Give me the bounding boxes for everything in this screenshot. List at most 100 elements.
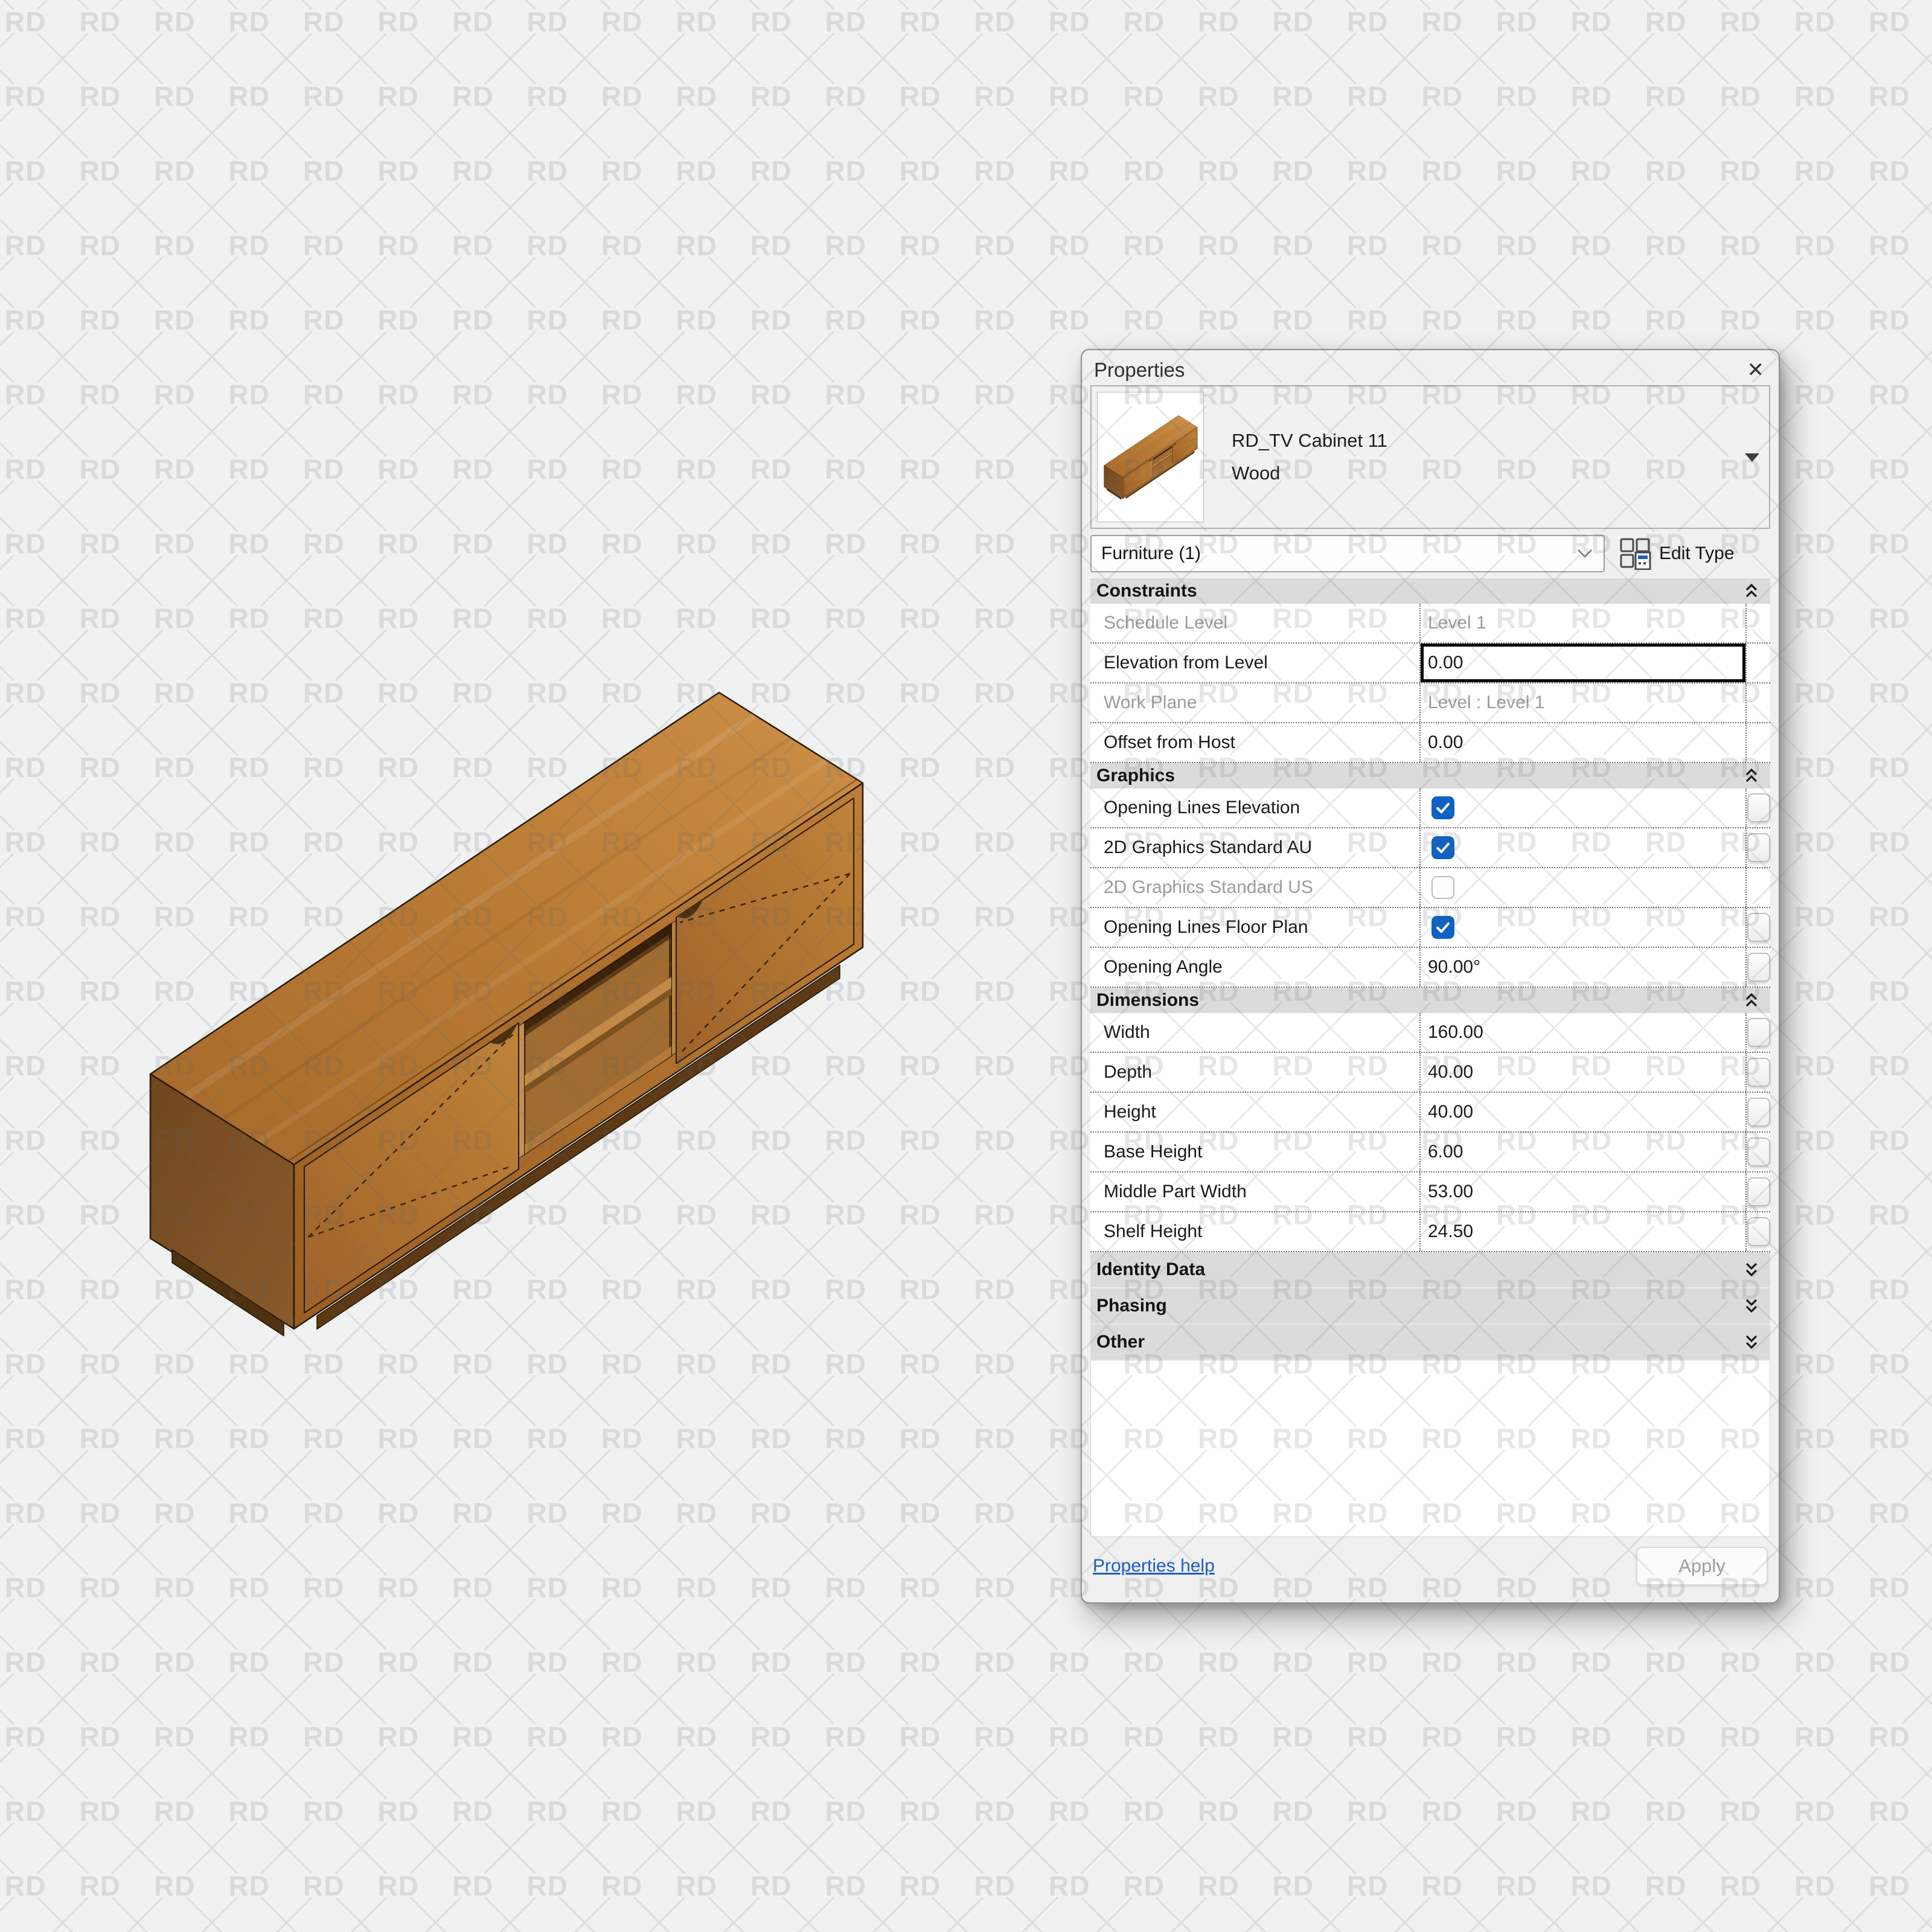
checkbox-2d-graphics-standard-au-checked[interactable] — [1431, 836, 1454, 859]
associate-parameter-button[interactable] — [1747, 1217, 1770, 1246]
section-header-graphics[interactable]: Graphics — [1090, 763, 1770, 788]
section-title: Phasing — [1096, 1296, 1167, 1316]
assoc-cell — [1745, 604, 1770, 642]
property-row-2d-graphics-standard-au: 2D Graphics Standard AU — [1090, 828, 1770, 868]
value-input-elevation-from-level[interactable]: 0.00 — [1428, 653, 1463, 673]
expand-chevron-icon[interactable] — [1742, 1332, 1761, 1352]
assoc-cell — [1745, 683, 1770, 722]
row-value-cell[interactable] — [1419, 908, 1745, 947]
assoc-cell — [1745, 1053, 1770, 1092]
row-value-cell[interactable]: 160.00 — [1419, 1013, 1745, 1052]
collapse-chevron-icon[interactable] — [1742, 766, 1761, 785]
row-value-cell[interactable]: 40.00 — [1419, 1093, 1745, 1131]
value-text-width[interactable]: 160.00 — [1428, 1022, 1483, 1043]
type-name-block: RD_TV Cabinet 11 Wood — [1232, 392, 1387, 522]
associate-parameter-button[interactable] — [1747, 1058, 1770, 1087]
row-value-cell[interactable]: 0.00 — [1419, 723, 1745, 762]
type-selector[interactable]: RD_TV Cabinet 11 Wood — [1090, 385, 1770, 529]
property-row-middle-part-width: Middle Part Width 53.00 — [1090, 1172, 1770, 1212]
checkbox-opening-lines-floor-plan-checked[interactable] — [1431, 916, 1454, 939]
value-text-base-height[interactable]: 6.00 — [1428, 1142, 1463, 1162]
row-label: 2D Graphics Standard AU — [1090, 828, 1419, 867]
row-label: Width — [1090, 1013, 1419, 1052]
row-label: 2D Graphics Standard US — [1090, 868, 1419, 907]
value-text-schedule-level: Level 1 — [1428, 613, 1486, 633]
row-value-cell[interactable] — [1419, 788, 1745, 827]
property-row-shelf-height: Shelf Height 24.50 — [1090, 1212, 1770, 1252]
associate-parameter-button[interactable] — [1747, 793, 1770, 822]
assoc-cell — [1745, 1093, 1770, 1131]
section-header-other[interactable]: Other — [1090, 1325, 1770, 1361]
row-label: Opening Angle — [1090, 948, 1419, 987]
checkbox-opening-lines-elevation-checked[interactable] — [1431, 796, 1454, 819]
associate-parameter-button[interactable] — [1747, 1018, 1770, 1047]
category-row: Furniture (1) Edit Type — [1090, 535, 1770, 572]
row-value-cell[interactable]: 90.00° — [1419, 948, 1745, 987]
type-thumbnail — [1097, 392, 1204, 522]
property-row-width: Width 160.00 — [1090, 1013, 1770, 1053]
assoc-cell — [1745, 1212, 1770, 1251]
value-text-depth[interactable]: 40.00 — [1428, 1062, 1473, 1083]
row-value-cell[interactable]: 0.00 — [1419, 644, 1745, 682]
section-header-constraints[interactable]: Constraints — [1090, 578, 1770, 604]
property-row-height: Height40.00 — [1090, 1093, 1770, 1133]
value-text-work-plane: Level : Level 1 — [1428, 693, 1544, 713]
assoc-cell — [1745, 948, 1770, 987]
expand-chevron-icon[interactable] — [1742, 1260, 1761, 1279]
row-value-cell[interactable] — [1419, 828, 1745, 867]
assoc-cell — [1745, 644, 1770, 682]
tv-cabinet-render — [148, 688, 866, 1337]
close-icon[interactable]: ✕ — [1745, 360, 1767, 380]
value-text-shelf-height[interactable]: 24.50 — [1428, 1221, 1473, 1242]
empty-area — [1090, 1361, 1770, 1537]
associate-parameter-button[interactable] — [1747, 833, 1770, 862]
associate-parameter-button[interactable] — [1747, 1098, 1770, 1127]
row-label: Opening Lines Floor Plan — [1090, 908, 1419, 947]
section-title: Other — [1096, 1332, 1145, 1352]
row-label: Work Plane — [1090, 683, 1419, 722]
type-name: RD_TV Cabinet 11 — [1232, 430, 1387, 452]
apply-button[interactable]: Apply — [1636, 1547, 1768, 1585]
category-combobox[interactable]: Furniture (1) — [1090, 535, 1605, 572]
row-label: Shelf Height — [1090, 1212, 1419, 1251]
value-text-offset-from-host[interactable]: 0.00 — [1428, 732, 1463, 753]
property-row-schedule-level: Schedule LevelLevel 1 — [1090, 604, 1770, 644]
section-header-phasing[interactable]: Phasing — [1090, 1288, 1770, 1325]
property-row-offset-from-host: Offset from Host0.00 — [1090, 723, 1770, 763]
associate-parameter-button[interactable] — [1747, 1137, 1770, 1166]
type-material: Wood — [1232, 462, 1387, 484]
combo-chevron-icon — [1576, 548, 1594, 559]
category-label: Furniture (1) — [1101, 543, 1576, 564]
edit-type-label: Edit Type — [1659, 543, 1735, 564]
assoc-cell — [1745, 828, 1770, 867]
associate-parameter-button[interactable] — [1747, 1177, 1770, 1206]
value-text-opening-angle[interactable]: 90.00° — [1428, 957, 1480, 977]
value-text-middle-part-width[interactable]: 53.00 — [1428, 1182, 1473, 1202]
row-value-cell[interactable]: 40.00 — [1419, 1053, 1745, 1092]
property-row-2d-graphics-standard-us: 2D Graphics Standard US — [1090, 868, 1770, 908]
properties-help-link[interactable]: Properties help — [1093, 1556, 1215, 1576]
row-value-cell[interactable]: 24.50 — [1419, 1212, 1745, 1251]
assoc-cell — [1745, 788, 1770, 827]
edit-type-button[interactable]: Edit Type — [1619, 537, 1735, 570]
property-row-work-plane: Work Plane Level : Level 1 — [1090, 683, 1770, 723]
property-grid: ConstraintsSchedule LevelLevel 1Elevatio… — [1090, 578, 1770, 1361]
associate-parameter-button[interactable] — [1747, 913, 1770, 942]
collapse-chevron-icon[interactable] — [1742, 581, 1761, 601]
expand-chevron-icon[interactable] — [1742, 1296, 1761, 1316]
associate-parameter-button[interactable] — [1747, 953, 1770, 982]
assoc-cell — [1745, 908, 1770, 947]
property-row-opening-angle: Opening Angle 90.00° — [1090, 948, 1770, 988]
value-text-height[interactable]: 40.00 — [1428, 1102, 1473, 1122]
type-dropdown-caret-icon[interactable] — [1745, 453, 1759, 462]
property-row-base-height: Base Height6.00 — [1090, 1133, 1770, 1172]
collapse-chevron-icon[interactable] — [1742, 991, 1761, 1010]
row-value-cell[interactable]: 6.00 — [1419, 1133, 1745, 1171]
row-value-cell[interactable]: 53.00 — [1419, 1172, 1745, 1211]
row-label: Elevation from Level — [1090, 644, 1419, 682]
row-label: Middle Part Width — [1090, 1172, 1419, 1211]
section-header-identity-data[interactable]: Identity Data — [1090, 1252, 1770, 1288]
section-header-dimensions[interactable]: Dimensions — [1090, 988, 1770, 1013]
property-row-depth: Depth40.00 — [1090, 1053, 1770, 1093]
page-title: Properties — [1094, 359, 1185, 382]
